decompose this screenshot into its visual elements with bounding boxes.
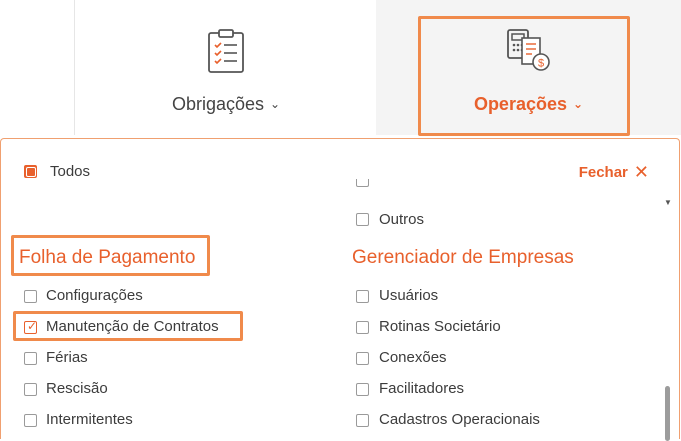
highlight-operacoes-tab xyxy=(418,16,630,136)
facilitadores-label: Facilitadores xyxy=(379,380,465,397)
usuarios-checkbox[interactable] xyxy=(356,290,369,303)
rotinas-societario-label: Rotinas Societário xyxy=(379,318,501,335)
chevron-down-icon: ⌄ xyxy=(270,97,281,111)
tab-obrigacoes-label: Obrigações ⌄ xyxy=(171,94,281,114)
tab-obrigacoes[interactable]: Obrigações ⌄ xyxy=(74,0,378,135)
ferias-checkbox[interactable] xyxy=(24,352,37,365)
conexoes-checkbox[interactable] xyxy=(356,352,369,365)
highlight-manutencao-de-contratos xyxy=(13,311,243,341)
scroll-down-arrow-icon[interactable]: ▼ xyxy=(664,198,672,207)
filter-dropdown-panel: Todos Fechar ✕ Outros Folha de Pagamento … xyxy=(0,138,680,441)
outros-checkbox[interactable] xyxy=(356,213,369,226)
scrollbar-thumb[interactable] xyxy=(665,386,670,441)
intermitentes-checkbox[interactable] xyxy=(24,414,37,427)
rescisao-label: Rescisão xyxy=(46,380,108,397)
ferias-label: Férias xyxy=(46,349,88,366)
gerenciador-de-empresas-heading: Gerenciador de Empresas xyxy=(352,247,574,268)
scrollbar[interactable]: ▼ xyxy=(664,184,672,441)
conexoes-label: Conexões xyxy=(379,349,447,366)
highlight-folha-de-pagamento xyxy=(11,235,210,276)
outros-label: Outros xyxy=(379,211,425,228)
cadastros-operacionais-label: Cadastros Operacionais xyxy=(379,411,540,428)
rescisao-checkbox[interactable] xyxy=(24,383,37,396)
configuracoes-label: Configurações xyxy=(46,287,143,304)
usuarios-label: Usuários xyxy=(379,287,439,304)
checkbox-partial[interactable] xyxy=(356,179,369,187)
close-icon: ✕ xyxy=(633,162,649,182)
fechar-button[interactable]: Fechar ✕ xyxy=(579,162,649,183)
intermitentes-label: Intermitentes xyxy=(46,411,133,428)
fechar-label: Fechar xyxy=(578,164,628,181)
rotinas-societario-checkbox[interactable] xyxy=(356,321,369,334)
clipboard-checklist-icon xyxy=(207,28,245,79)
facilitadores-checkbox[interactable] xyxy=(356,383,369,396)
todos-label: Todos xyxy=(50,163,91,180)
cadastros-operacionais-checkbox[interactable] xyxy=(356,414,369,427)
configuracoes-checkbox[interactable] xyxy=(24,290,37,303)
todos-checkbox[interactable] xyxy=(24,165,37,178)
